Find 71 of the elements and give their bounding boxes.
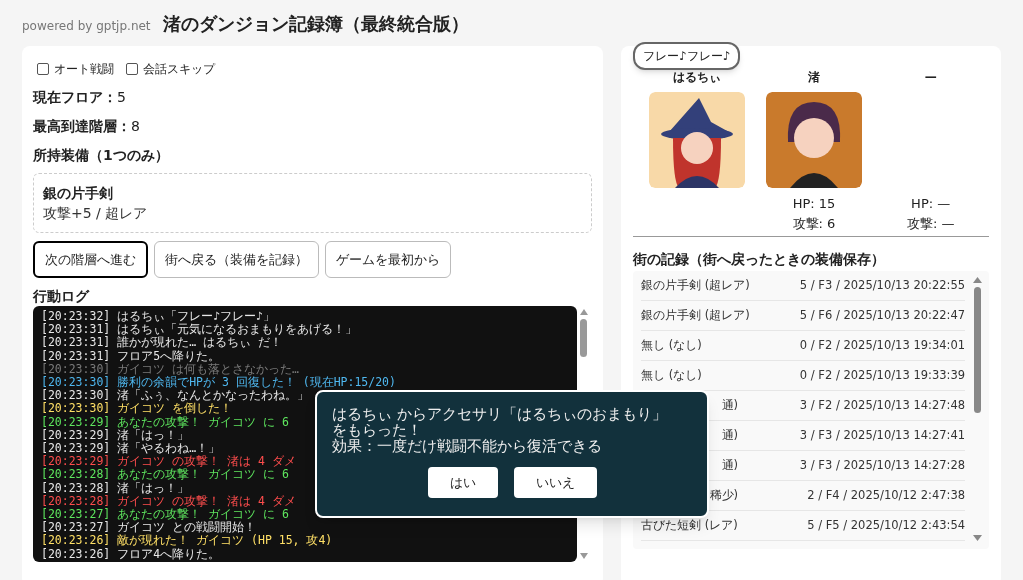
log-line: [20:23:30] ガイコツ を倒した！: [41, 402, 233, 416]
action-button[interactable]: ゲームを最初から: [325, 241, 451, 278]
hp-text: HP: 15: [792, 195, 836, 213]
scroll-up-icon[interactable]: [972, 277, 982, 283]
stat-label: 最高到達階層：: [33, 116, 131, 136]
dialog-message: はるちぃ からアクセサリ「はるちぃのおまもり」をもらった！: [332, 406, 668, 438]
log-line: [20:23:29] 渚「はっ！」: [41, 428, 190, 442]
log-line: [20:23:26] フロア4へ降りた。: [41, 547, 221, 561]
record-item: 古びた短剣 (レア): [641, 516, 738, 534]
log-line: [20:23:31] はるちぃ「元気になるおまもりをあげる！」: [41, 323, 358, 337]
record-info: 5 / F3 / 2025/10/13 20:22:55: [799, 276, 966, 294]
speech-bubble: フレー♪フレー♪: [633, 42, 741, 70]
record-item: 通): [720, 396, 738, 414]
log-line: [20:23:29] あなたの攻撃！ ガイコツ に 6: [41, 415, 289, 429]
scroll-down-icon[interactable]: [579, 553, 588, 559]
powered-by-text: powered by gptjp.net: [22, 18, 151, 35]
log-heading: 行動ログ: [33, 287, 91, 306]
record-info: 3 / F3 / 2025/10/13 14:27:28: [799, 456, 966, 474]
record-item: 稀少): [708, 486, 738, 504]
log-line: [20:23:27] あなたの攻撃！ ガイコツ に 6: [41, 508, 289, 522]
hp-text: HP: —: [911, 195, 951, 213]
attack-text: 攻撃: —: [906, 215, 955, 233]
record-info: 5 / F6 / 2025/10/13 20:22:47: [799, 306, 966, 324]
attack-text: 攻撃: 6: [792, 215, 836, 233]
dialog-effect: 効果：一度だけ戦闘不能から復活できる: [332, 438, 603, 455]
record-info: 0 / F2 / 2025/10/13 19:34:01: [799, 336, 966, 354]
record-item: 通): [720, 426, 738, 444]
option-checkbox[interactable]: 会話スキップ: [126, 60, 215, 78]
log-line: [20:23:29] ガイコツ の攻撃！ 渚は 4 ダメ: [41, 455, 296, 469]
log-line: [20:23:31] フロア5へ降りた。: [41, 349, 221, 363]
log-line: [20:23:28] あなたの攻撃！ ガイコツ に 6: [41, 468, 289, 482]
stat-value: 8: [131, 116, 140, 136]
log-line: [20:23:30] ガイコツ は何も落とさなかった…: [41, 362, 300, 376]
record-info: 2 / F4 / 2025/10/12 2:47:38: [807, 486, 966, 504]
equipment-heading: 所持装備（1つのみ）: [33, 146, 170, 165]
character-name: 渚: [808, 69, 820, 86]
dialog-button[interactable]: はい: [427, 467, 498, 498]
log-line: [20:23:28] 渚「はっ！」: [41, 481, 190, 495]
record-item: 銀の片手剣 (超レア): [641, 276, 750, 294]
scroll-up-icon[interactable]: [579, 309, 588, 315]
dialog-button[interactable]: いいえ: [513, 467, 597, 498]
character-name: —: [924, 69, 937, 86]
record-item: 無し (なし): [641, 336, 702, 354]
action-button[interactable]: 街へ戻る（装備を記録）: [154, 241, 319, 278]
log-line: [20:23:26] 敵が現れた！ ガイコツ (HP 15, 攻4): [41, 534, 333, 548]
stat-label: 現在フロア：: [33, 87, 117, 107]
records-heading: 街の記録（街へ戻ったときの装備保存）: [633, 250, 886, 269]
option-checkbox[interactable]: オート戦闘: [37, 60, 114, 78]
equipment-name: 銀の片手剣: [43, 184, 114, 203]
equipment-detail: 攻撃+5 / 超レア: [43, 204, 149, 223]
scroll-down-icon[interactable]: [972, 535, 982, 541]
stat-value: 5: [117, 87, 126, 107]
record-item: 無し (なし): [641, 366, 702, 384]
log-line: [20:23:31] 誰かが現れた… はるちぃ だ！: [41, 336, 282, 350]
log-line: [20:23:29] 渚「やるわね…！」: [41, 442, 221, 456]
page-title: 渚のダンジョン記録簿（最終統合版）: [162, 12, 469, 36]
record-info: 0 / F2 / 2025/10/13 19:33:39: [799, 366, 966, 384]
log-line: [20:23:30] 勝利の余韻でHPが 3 回復した！ (現在HP:15/20): [41, 376, 396, 389]
action-button[interactable]: 次の階層へ進む: [33, 241, 148, 278]
scroll-thumb[interactable]: [580, 319, 587, 357]
log-line: [20:23:28] ガイコツ の攻撃！ 渚は 4 ダメ: [41, 494, 296, 508]
record-info: 5 / F5 / 2025/10/12 2:43:54: [807, 516, 966, 534]
record-item: 銀の片手剣 (超レア): [641, 306, 750, 324]
record-item: 通): [720, 456, 738, 474]
log-line: [20:23:30] 渚「ふぅ、なんとかなったわね。」: [41, 389, 310, 403]
character-name: はるちぃ: [673, 69, 722, 86]
log-line: [20:23:32] はるちぃ「フレー♪フレー♪」: [41, 310, 276, 323]
log-line: [20:23:27] ガイコツ との戦闘開始！: [41, 521, 257, 535]
record-info: 3 / F3 / 2025/10/13 14:27:41: [799, 426, 966, 444]
scroll-thumb[interactable]: [973, 287, 981, 413]
record-info: 3 / F2 / 2025/10/13 14:27:48: [799, 396, 966, 414]
